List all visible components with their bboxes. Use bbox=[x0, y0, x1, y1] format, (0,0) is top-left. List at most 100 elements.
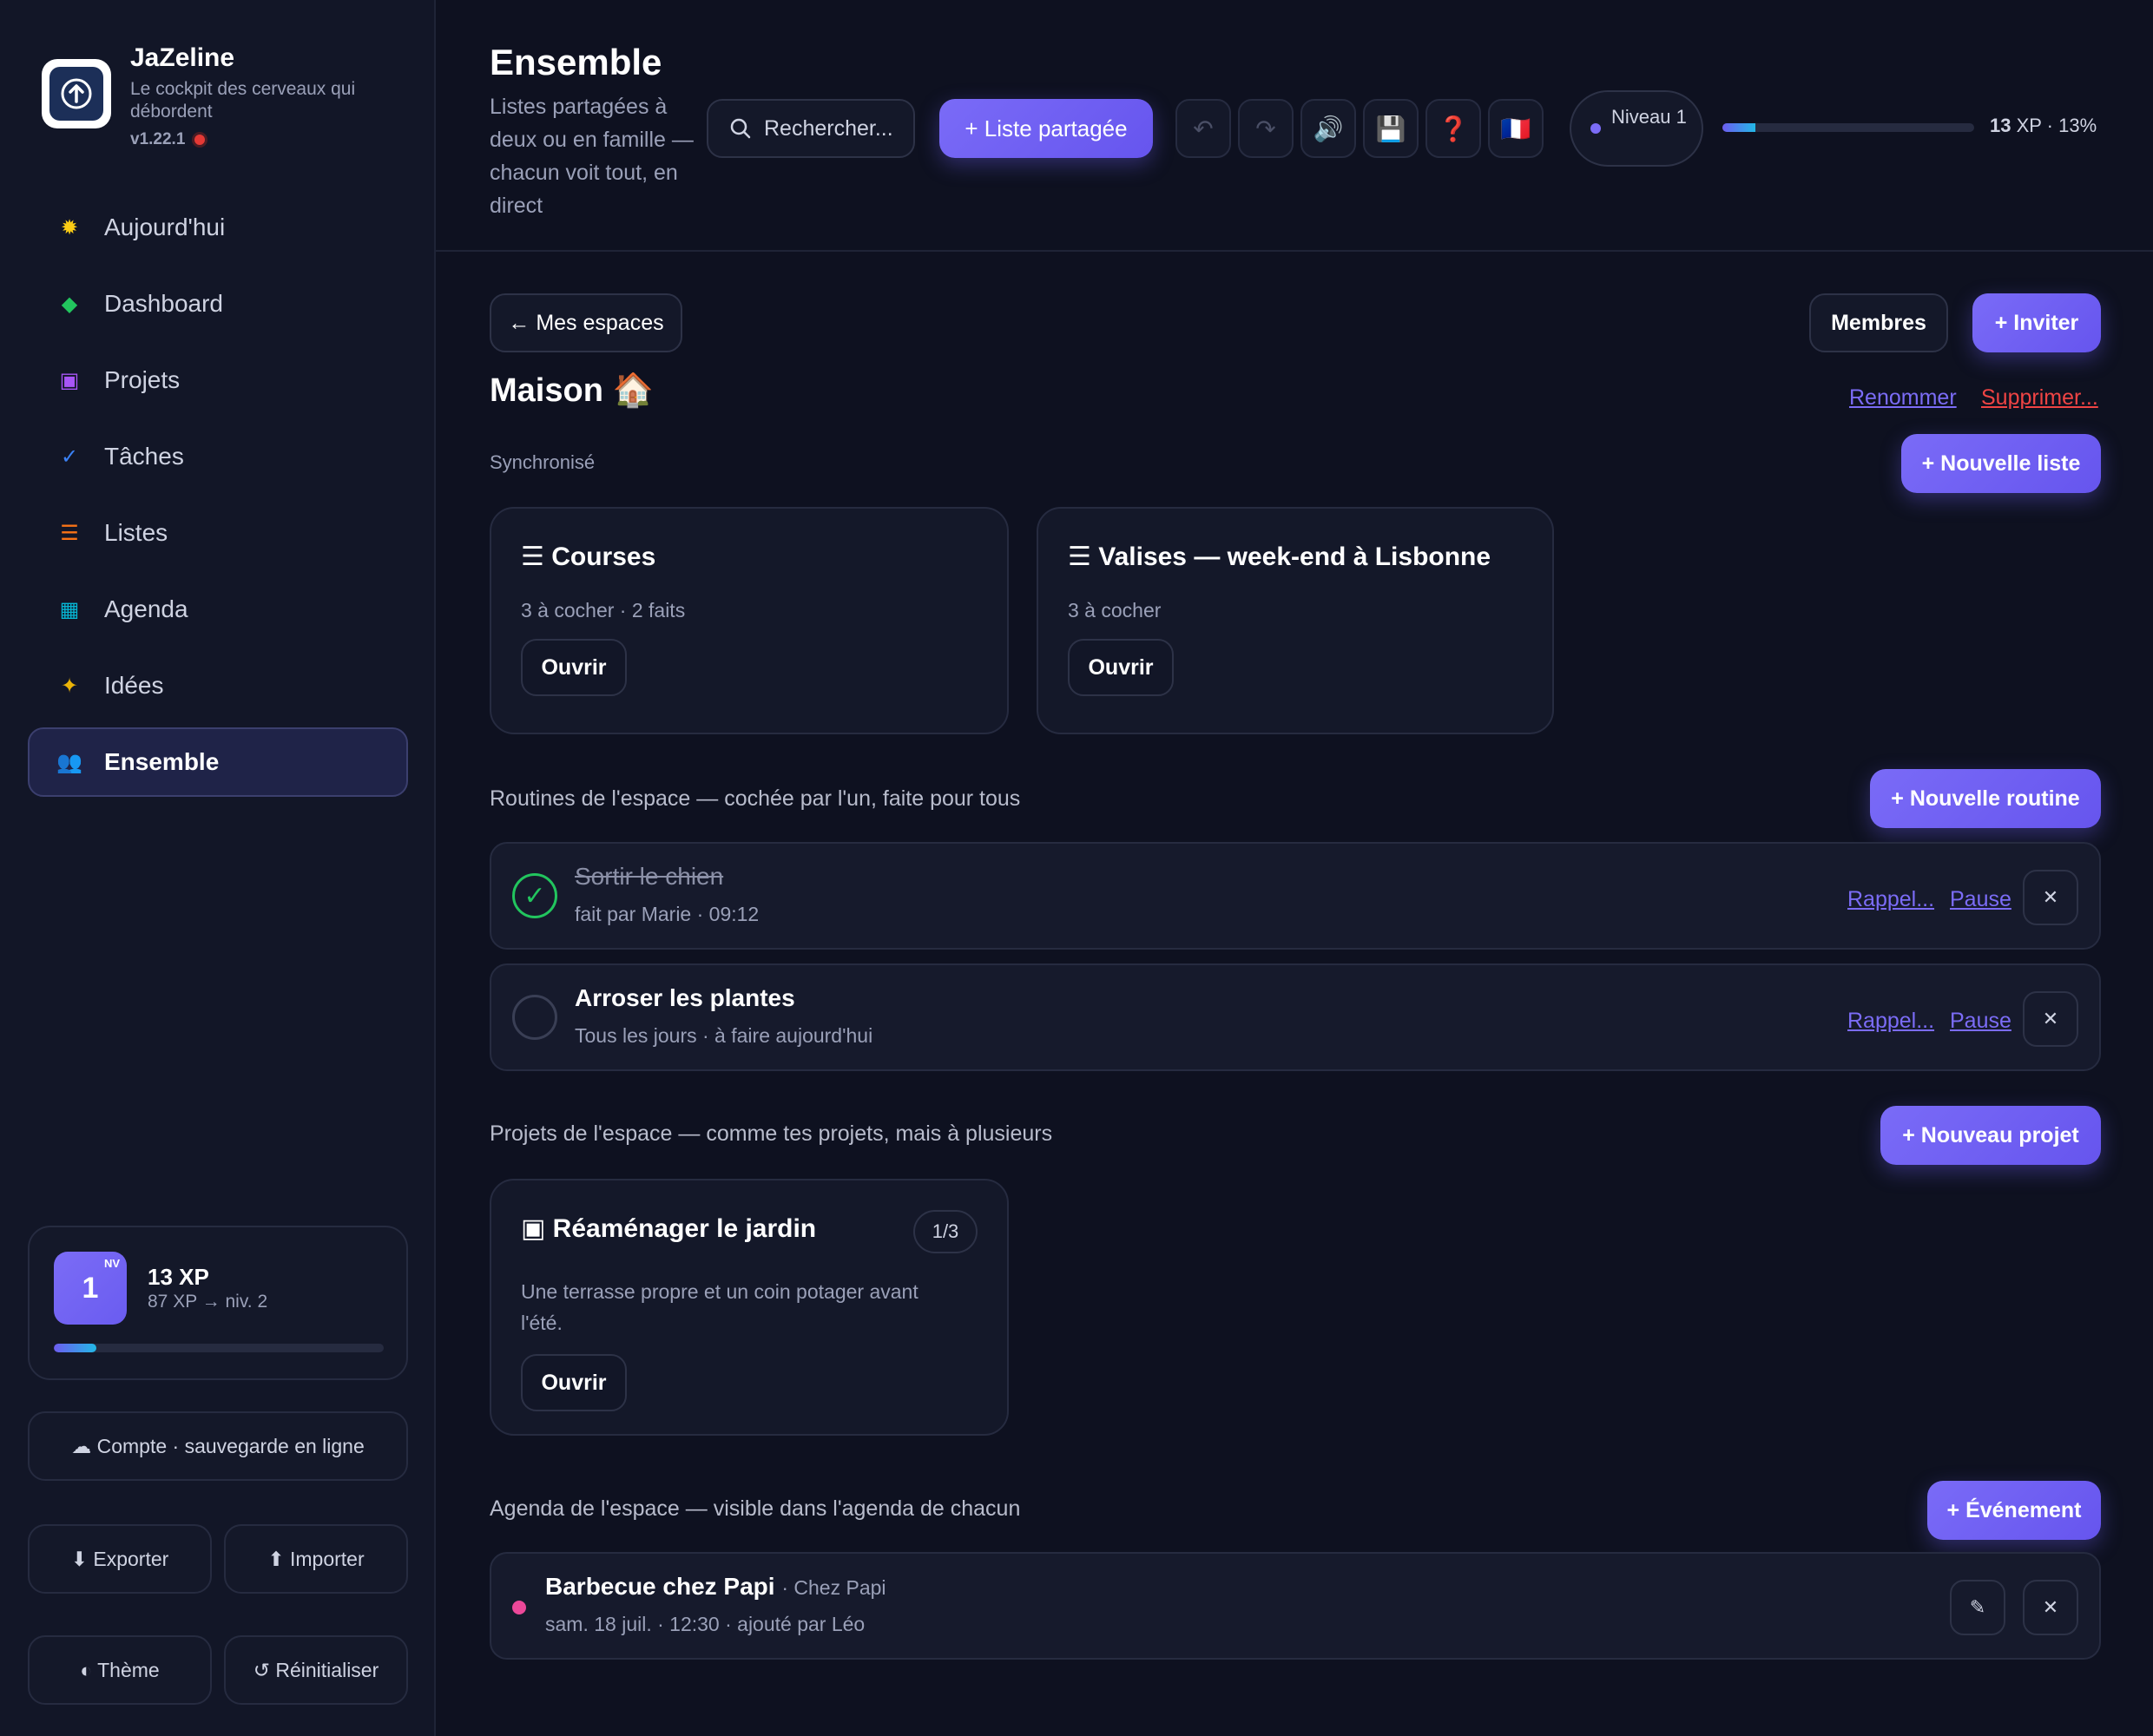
event-title-line: Barbecue chez Papi · Chez Papi bbox=[545, 1573, 886, 1601]
list-title: ☰ Valises — week-end à Lisbonne bbox=[1068, 542, 1491, 571]
event-row: Barbecue chez Papi · Chez Papi sam. 18 j… bbox=[490, 1552, 2101, 1660]
list-card[interactable]: ☰ Courses 3 à cocher · 2 faits Ouvrir bbox=[490, 507, 1009, 734]
diamond-icon: ◆ bbox=[61, 292, 78, 316]
open-list-button[interactable]: Ouvrir bbox=[521, 639, 627, 696]
project-desc: Une terrasse propre et un coin potager a… bbox=[521, 1280, 918, 1334]
list-meta: 3 à cocher · 2 faits bbox=[521, 599, 686, 621]
open-list-button[interactable]: Ouvrir bbox=[1068, 639, 1174, 696]
back-to-spaces-button[interactable]: ← Mes espaces bbox=[490, 293, 682, 352]
app-name: JaZeline bbox=[130, 43, 235, 72]
sun-icon: ✹ bbox=[60, 215, 79, 240]
page-subtitle: Listes partagées à deux ou en famille — … bbox=[490, 95, 694, 218]
help-icon[interactable]: ❓ bbox=[1425, 99, 1481, 158]
xp-next: 87 XP → niv. 2 bbox=[148, 1292, 268, 1312]
event-color-dot-icon bbox=[512, 1601, 526, 1614]
import-button[interactable]: ⬆ Importer bbox=[224, 1524, 408, 1594]
sidebar-item-label: Agenda bbox=[104, 595, 188, 622]
event-place: · Chez Papi bbox=[781, 1576, 886, 1599]
delete-link[interactable]: Supprimer... bbox=[1981, 385, 2098, 411]
language-flag-icon[interactable]: 🇫🇷 bbox=[1488, 99, 1544, 158]
checkmark-icon: ✓ bbox=[523, 881, 546, 911]
check-icon: ✓ bbox=[60, 444, 79, 469]
arrow-up-icon bbox=[49, 67, 103, 121]
level-tag: NV bbox=[103, 1257, 120, 1270]
theme-button[interactable]: ◐ Thème bbox=[28, 1635, 212, 1705]
sidebar-item-tches[interactable]: ✓ Tâches bbox=[28, 422, 408, 491]
sidebar-item-listes[interactable]: ☰ Listes bbox=[28, 498, 408, 568]
top-xp-readout: 13 XP · 13% bbox=[1990, 115, 2097, 137]
sound-icon[interactable]: 🔊 bbox=[1300, 99, 1356, 158]
routine-title: Arroser les plantes bbox=[575, 984, 795, 1011]
new-project-button[interactable]: + Nouveau projet bbox=[1880, 1106, 2101, 1165]
redo-icon[interactable]: ↷ bbox=[1238, 99, 1294, 158]
level-dot-icon bbox=[1590, 123, 1601, 134]
xp-card: 1 NV 13 XP 87 XP → niv. 2 bbox=[28, 1226, 408, 1380]
routines-label: Routines de l'espace — cochée par l'un, … bbox=[490, 786, 1021, 811]
sidebar-item-label: Aujourd'hui bbox=[104, 214, 226, 240]
routine-checkbox[interactable]: ✓ bbox=[512, 873, 557, 918]
search-placeholder: Rechercher... bbox=[764, 115, 893, 141]
calendar-icon: ▦ bbox=[59, 597, 80, 621]
agenda-label: Agenda de l'espace — visible dans l'agen… bbox=[490, 1496, 1021, 1521]
new-list-button[interactable]: + Nouvelle liste bbox=[1901, 434, 2101, 493]
sidebar-item-ensemble[interactable]: 👥 Ensemble bbox=[28, 727, 408, 797]
sidebar-nav: ✹ Aujourd'hui ◆ Dashboard ▣ Projets ✓ Tâches ☰ Li… bbox=[28, 193, 408, 804]
xp-progress-bar bbox=[54, 1344, 384, 1352]
level-badge: 1 NV bbox=[54, 1252, 127, 1325]
routine-sub: Tous les jours · à faire aujourd'hui bbox=[575, 1024, 873, 1047]
top-xp-bar bbox=[1722, 123, 1974, 132]
pause-link[interactable]: Pause bbox=[1950, 1009, 2011, 1034]
pause-link[interactable]: Pause bbox=[1950, 887, 2011, 912]
close-icon[interactable]: ✕ bbox=[2023, 870, 2078, 925]
projects-label: Projets de l'espace — comme tes projets,… bbox=[490, 1121, 1053, 1146]
level-pill[interactable]: Niveau 1 bbox=[1570, 90, 1703, 167]
top-bar: Ensemble Listes partagées à deux ou en f… bbox=[436, 0, 2153, 252]
app-logo[interactable] bbox=[42, 59, 111, 128]
routine-row: ✓ Sortir le chien fait par Marie · 09:12… bbox=[490, 842, 2101, 950]
event-meta: sam. 18 juil. · 12:30 · ajouté par Léo bbox=[545, 1613, 866, 1635]
list-icon: ☰ bbox=[60, 521, 79, 545]
sidebar-item-agenda[interactable]: ▦ Agenda bbox=[28, 575, 408, 644]
list-meta: 3 à cocher bbox=[1068, 599, 1162, 621]
xp-progress-fill bbox=[54, 1344, 97, 1352]
routine-checkbox[interactable] bbox=[512, 995, 557, 1040]
new-routine-button[interactable]: + Nouvelle routine bbox=[1870, 769, 2101, 828]
version-label: v1.22.1 bbox=[130, 130, 186, 148]
sidebar-item-label: Listes bbox=[104, 519, 168, 546]
top-xp-fill bbox=[1722, 123, 1755, 132]
list-card[interactable]: ☰ Valises — week-end à Lisbonne 3 à coch… bbox=[1037, 507, 1554, 734]
open-project-button[interactable]: Ouvrir bbox=[521, 1354, 627, 1411]
search-icon bbox=[730, 118, 751, 139]
save-icon[interactable]: 💾 bbox=[1363, 99, 1419, 158]
sidebar-item-dashboard[interactable]: ◆ Dashboard bbox=[28, 269, 408, 339]
sidebar-item-aujourdhui[interactable]: ✹ Aujourd'hui bbox=[28, 193, 408, 262]
reminder-link[interactable]: Rappel... bbox=[1847, 887, 1934, 912]
routine-title: Sortir le chien bbox=[575, 863, 724, 890]
project-card[interactable]: ▣ Réaménager le jardin 1/3 Une terrasse … bbox=[490, 1179, 1009, 1436]
sidebar-item-label: Idées bbox=[104, 672, 164, 699]
sidebar-item-label: Dashboard bbox=[104, 290, 223, 317]
edit-pencil-icon[interactable]: ✎ bbox=[1950, 1580, 2005, 1635]
search-input[interactable]: Rechercher... bbox=[707, 99, 915, 158]
people-icon: 👥 bbox=[56, 750, 82, 774]
undo-icon[interactable]: ↶ bbox=[1175, 99, 1231, 158]
top-xp-value: 13 bbox=[1990, 115, 2011, 136]
sidebar-item-label: Ensemble bbox=[104, 748, 220, 775]
sync-status: Synchronisé bbox=[490, 451, 596, 473]
members-button[interactable]: Membres bbox=[1809, 293, 1948, 352]
sparkle-icon: ✦ bbox=[60, 674, 79, 698]
close-icon[interactable]: ✕ bbox=[2023, 1580, 2078, 1635]
account-button[interactable]: ☁ Compte · sauvegarde en ligne bbox=[28, 1411, 408, 1481]
new-shared-list-button[interactable]: + Liste partagée bbox=[939, 99, 1153, 158]
new-event-button[interactable]: + Événement bbox=[1927, 1481, 2101, 1540]
export-button[interactable]: ⬇ Exporter bbox=[28, 1524, 212, 1594]
reset-button[interactable]: ↺ Réinitialiser bbox=[224, 1635, 408, 1705]
close-icon[interactable]: ✕ bbox=[2023, 991, 2078, 1047]
sidebar-item-ides[interactable]: ✦ Idées bbox=[28, 651, 408, 720]
reminder-link[interactable]: Rappel... bbox=[1847, 1009, 1934, 1034]
sidebar-item-projets[interactable]: ▣ Projets bbox=[28, 345, 408, 415]
rename-link[interactable]: Renommer bbox=[1849, 385, 1957, 411]
list-title: ☰ Courses bbox=[521, 542, 656, 571]
level-label: Niveau 1 bbox=[1611, 106, 1687, 128]
invite-button[interactable]: + Inviter bbox=[1972, 293, 2101, 352]
